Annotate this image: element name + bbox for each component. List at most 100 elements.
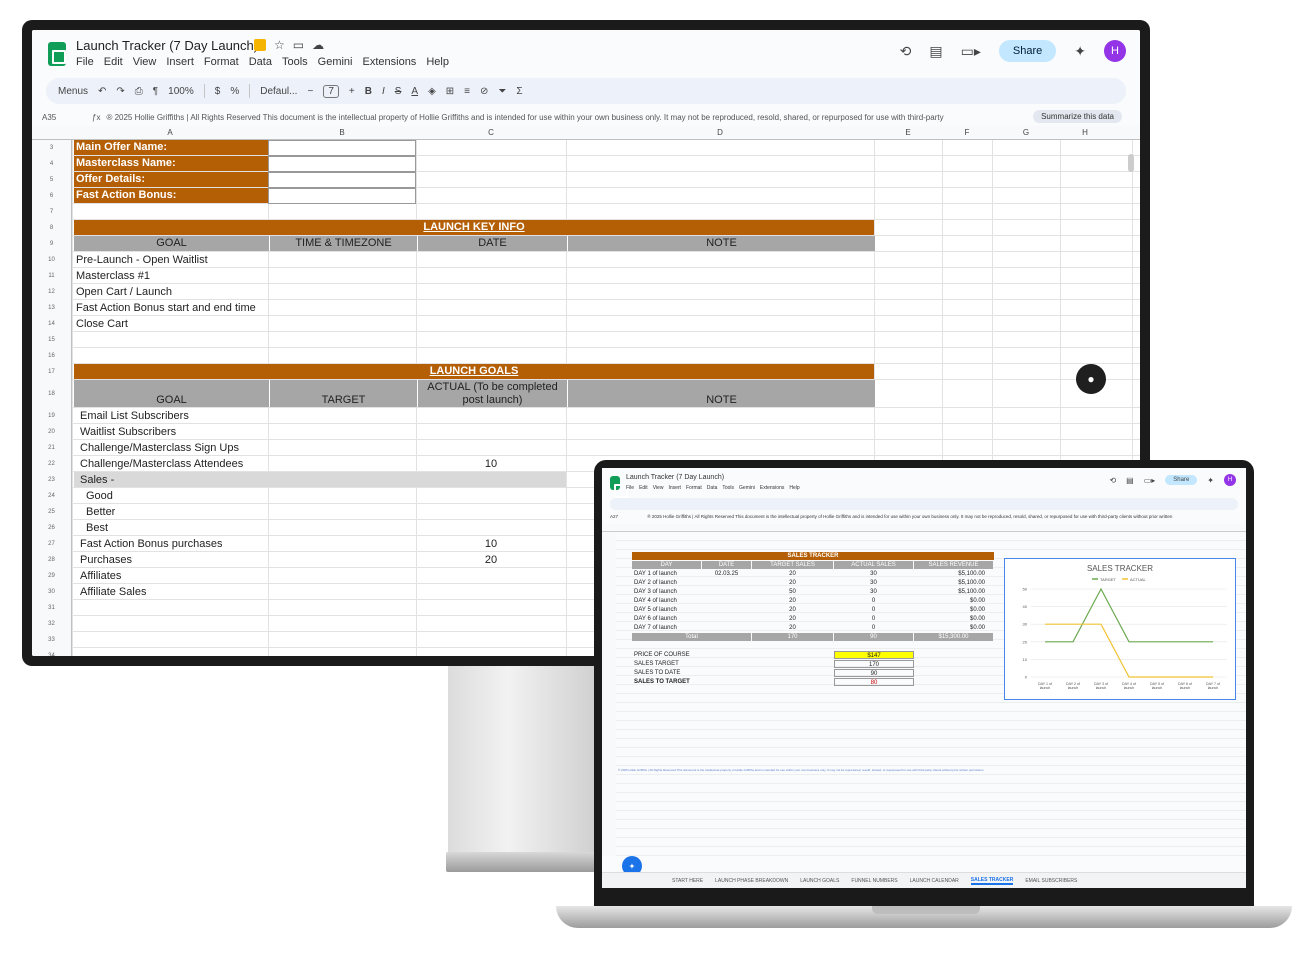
goal-row-actual[interactable] (416, 504, 566, 520)
strikethrough-icon[interactable]: S (395, 86, 402, 97)
row-number[interactable] (602, 811, 616, 820)
currency-icon[interactable]: $ (215, 86, 221, 97)
row-number[interactable] (602, 613, 616, 622)
row-number[interactable]: 21 (32, 440, 72, 456)
fill-color-icon[interactable]: ◈ (428, 86, 436, 97)
goal-row-actual[interactable] (416, 408, 566, 424)
sales-cell[interactable]: 20 (752, 597, 833, 605)
filter-icon[interactable]: ⏷ (498, 86, 506, 97)
toolbar[interactable] (610, 498, 1238, 510)
goal-row-label[interactable]: Affiliates (80, 568, 121, 584)
row-number[interactable] (602, 595, 616, 604)
menu-file[interactable]: File (626, 485, 634, 491)
menu-file[interactable]: File (76, 56, 94, 68)
sales-cell[interactable]: 20 (752, 570, 833, 578)
goal-row-label[interactable]: Sales - (80, 472, 114, 488)
sales-cell[interactable] (702, 606, 751, 614)
history-icon[interactable]: ⟲ (1109, 476, 1116, 485)
row-number[interactable]: 11 (32, 268, 72, 284)
row-number[interactable]: 3 (32, 140, 72, 156)
column-header[interactable]: E (874, 128, 942, 137)
gemini-sparkle-icon[interactable]: ✦ (1207, 476, 1214, 485)
sales-cell[interactable]: $5,100.00 (914, 579, 993, 587)
sales-cell[interactable]: $0.00 (914, 606, 993, 614)
sales-cell[interactable]: 0 (834, 597, 913, 605)
sales-chart[interactable]: SALES TRACKER TARGET ACTUAL 0 10 20 30 40 50 DAY … (1004, 558, 1236, 700)
row-number[interactable]: 31 (32, 600, 72, 616)
menu-gemini[interactable]: Gemini (318, 56, 353, 68)
row-number[interactable] (602, 820, 616, 829)
row-number[interactable] (602, 802, 616, 811)
menu-view[interactable]: View (653, 485, 664, 491)
summarize-button[interactable]: Summarize this data (1033, 110, 1122, 123)
functions-icon[interactable]: Σ (516, 86, 522, 97)
row-number[interactable] (602, 676, 616, 685)
column-header[interactable]: F (942, 128, 992, 137)
row-number[interactable] (602, 784, 616, 793)
undo-icon[interactable]: ↶ (98, 86, 106, 97)
row-number[interactable] (602, 550, 616, 559)
font-size-input[interactable]: 7 (323, 84, 339, 98)
vertical-scrollbar[interactable] (1128, 154, 1134, 172)
sales-cell[interactable]: 20 (752, 624, 833, 632)
row-number[interactable] (602, 532, 616, 541)
sales-cell[interactable] (702, 624, 751, 632)
history-icon[interactable]: ⟲ (900, 43, 912, 60)
sales-cell[interactable]: 02.03.25 (702, 570, 751, 578)
share-button[interactable]: Share (1165, 475, 1198, 485)
sales-cell[interactable]: DAY 1 of launch (632, 570, 701, 578)
sales-cell[interactable]: DAY 6 of launch (632, 615, 701, 623)
menu-help[interactable]: Help (426, 56, 449, 68)
sales-cell[interactable]: $5,100.00 (914, 588, 993, 596)
row-number[interactable] (602, 775, 616, 784)
sales-cell[interactable] (702, 615, 751, 623)
row-number[interactable] (602, 694, 616, 703)
row-number[interactable] (602, 604, 616, 613)
row-number[interactable]: 32 (32, 616, 72, 632)
key-info-row[interactable]: Fast Action Bonus start and end time (76, 300, 256, 316)
sales-cell[interactable]: 30 (834, 588, 913, 596)
italic-icon[interactable]: I (382, 86, 385, 97)
row-number[interactable]: 24 (32, 488, 72, 504)
goal-row-label[interactable]: Purchases (80, 552, 132, 568)
row-number[interactable]: 16 (32, 348, 72, 364)
menu-help[interactable]: Help (789, 485, 799, 491)
formula-input[interactable]: ® 2025 Hollie Griffiths | All Rights Res… (106, 113, 943, 122)
paint-format-icon[interactable]: ¶ (153, 86, 158, 97)
goal-row-actual[interactable] (416, 424, 566, 440)
borders-icon[interactable]: ⊞ (446, 86, 454, 97)
row-number[interactable]: 25 (32, 504, 72, 520)
row-number[interactable]: 15 (32, 332, 72, 348)
row-number[interactable]: 23 (32, 472, 72, 488)
font-size-decrease-icon[interactable]: − (307, 86, 313, 97)
goal-row-actual[interactable] (416, 488, 566, 504)
row-number[interactable] (602, 559, 616, 568)
goal-row-actual[interactable] (416, 568, 566, 584)
row-number[interactable] (602, 829, 616, 838)
row-number[interactable]: 4 (32, 156, 72, 172)
row-number[interactable]: 5 (32, 172, 72, 188)
key-info-row[interactable]: Masterclass #1 (76, 268, 150, 284)
menu-data[interactable]: Data (249, 56, 272, 68)
menu-view[interactable]: View (133, 56, 157, 68)
summary-value[interactable]: $147 (834, 651, 914, 659)
goal-row-actual[interactable] (416, 584, 566, 600)
menu-extensions[interactable]: Extensions (760, 485, 784, 491)
goal-row-actual[interactable]: 10 (416, 456, 566, 472)
menu-edit[interactable]: Edit (639, 485, 648, 491)
goal-row-actual[interactable] (416, 472, 566, 488)
row-number[interactable] (602, 658, 616, 667)
sales-cell[interactable]: 30 (834, 570, 913, 578)
row-number[interactable] (602, 712, 616, 721)
summary-value[interactable]: 170 (834, 660, 914, 668)
sales-cell[interactable]: 50 (752, 588, 833, 596)
text-color-icon[interactable]: A (411, 86, 418, 97)
column-header[interactable]: H (1060, 128, 1110, 137)
bold-icon[interactable]: B (365, 86, 372, 97)
column-header[interactable]: C (416, 128, 566, 137)
sales-cell[interactable]: DAY 5 of launch (632, 606, 701, 614)
document-title[interactable]: Launch Tracker (7 Day Launch) (76, 38, 258, 53)
goal-row-label[interactable]: Waitlist Subscribers (80, 424, 176, 440)
avatar[interactable]: H (1104, 40, 1126, 62)
menu-insert[interactable]: Insert (668, 485, 681, 491)
